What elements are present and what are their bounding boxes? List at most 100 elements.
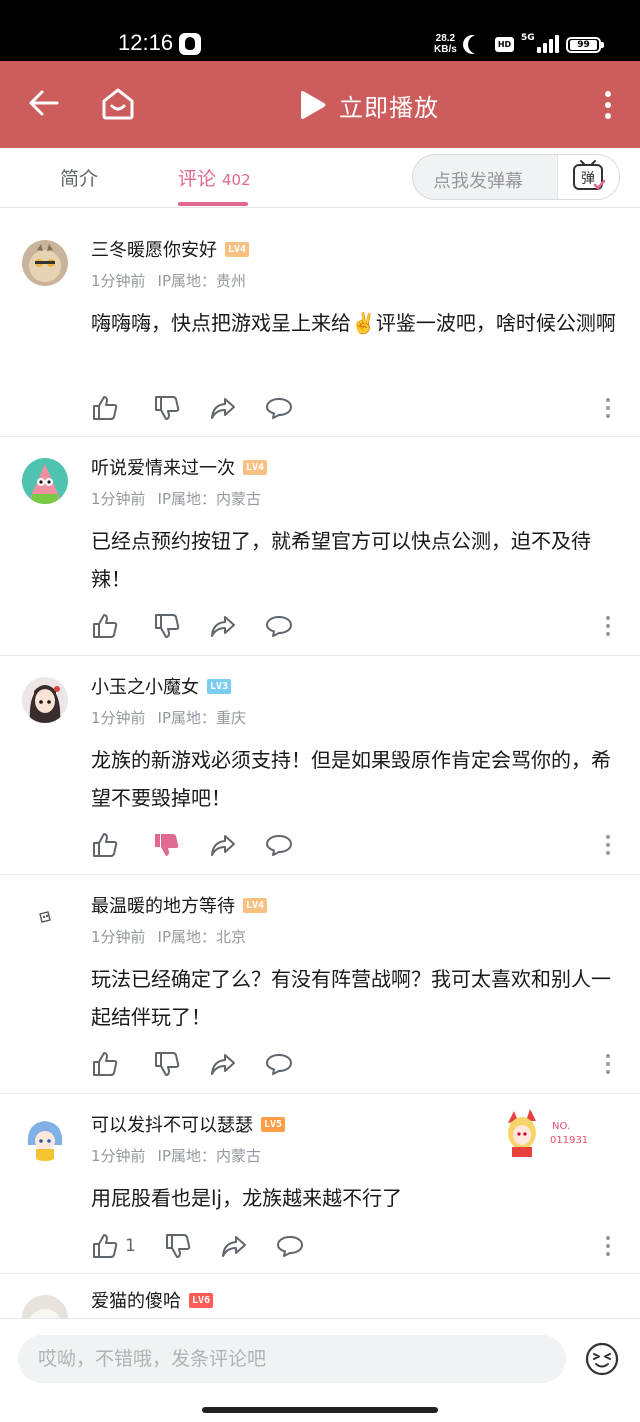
- level-badge: LV4: [243, 897, 268, 913]
- comment-more-icon[interactable]: [600, 831, 616, 859]
- comment-input-bar: [0, 1318, 640, 1422]
- avatar[interactable]: [22, 1295, 68, 1318]
- danmaku-placeholder: 点我发弹幕: [433, 171, 523, 192]
- level-badge: LV6: [189, 1292, 214, 1308]
- username[interactable]: 听说爱情来过一次 LV4: [91, 454, 268, 480]
- home-icon[interactable]: [100, 85, 136, 121]
- username-text: 小玉之小魔女: [91, 677, 199, 698]
- comment-item: 小玉之小魔女 LV3 1分钟前 IP属地：重庆 龙族的新游戏必须支持！但是如果毁原作…: [0, 657, 640, 875]
- comment-input[interactable]: [18, 1335, 566, 1383]
- share-icon: [211, 398, 235, 419]
- hd-voice-icon: HD: [495, 37, 514, 52]
- tab-comments[interactable]: 评论 402: [178, 164, 251, 191]
- share-button[interactable]: [209, 394, 237, 422]
- do-not-disturb-icon: [468, 35, 487, 54]
- tab-bar: 简介 评论 402 点我发弹幕 弹: [0, 148, 640, 208]
- comment-actions: [91, 394, 321, 422]
- reply-icon: [266, 398, 292, 419]
- comment-more-icon[interactable]: [600, 612, 616, 640]
- qq-notification-icon: [179, 33, 201, 55]
- share-button[interactable]: [209, 1050, 237, 1078]
- dislike-button-active[interactable]: [153, 831, 181, 859]
- comment-more-icon[interactable]: [600, 1232, 616, 1260]
- avatar[interactable]: [22, 240, 68, 286]
- comment-text: 已经点预约按钮了，就希望官方可以快点公测，迫不及待辣！: [91, 529, 591, 591]
- like-count: 1: [125, 1236, 136, 1256]
- status-bar: 12:16 28.2 KB/s HD 5G 99: [0, 0, 640, 61]
- like-button[interactable]: [91, 831, 125, 859]
- comment-text: 玩法已经确定了么？有没有阵营战啊？我可太喜欢和别人一起结伴玩了！: [91, 967, 611, 1029]
- comment-item: 可以发抖不可以瑟瑟 LV5 NO. 011931 1分钟前 IP属地：内蒙古 用屁股…: [0, 1095, 640, 1274]
- comment-time: 1分钟前: [91, 272, 146, 290]
- username-text: 可以发抖不可以瑟瑟: [91, 1115, 253, 1136]
- like-button[interactable]: [91, 1050, 125, 1078]
- avatar[interactable]: [22, 1115, 68, 1161]
- level-badge: LV4: [243, 459, 268, 475]
- ip-location: IP属地：贵州: [157, 272, 247, 290]
- back-arrow-icon[interactable]: [26, 85, 62, 121]
- tab-intro[interactable]: 简介: [60, 164, 98, 191]
- comment-actions: [91, 612, 321, 640]
- danmaku-icon: 弹: [573, 160, 606, 190]
- comment-item: 听说爱情来过一次 LV4 1分钟前 IP属地：内蒙古 已经点预约按钮了，就希望官方可…: [0, 438, 640, 656]
- reply-button[interactable]: [265, 394, 293, 422]
- thumbs-up-icon: [93, 614, 118, 638]
- reply-button[interactable]: [265, 1050, 293, 1078]
- dislike-button[interactable]: [153, 1050, 181, 1078]
- share-icon: [211, 835, 235, 856]
- username[interactable]: 小玉之小魔女 LV3: [91, 673, 232, 699]
- home-indicator[interactable]: [202, 1407, 438, 1413]
- danmaku-toggle-button[interactable]: 弹: [557, 155, 619, 199]
- play-now-button[interactable]: 立即播放: [297, 85, 439, 125]
- like-button[interactable]: 1: [91, 1232, 136, 1260]
- comment-text: 嗨嗨嗨，快点把游戏呈上来给✌️评鉴一波吧，啥时候公测啊: [91, 311, 616, 335]
- fan-badge-number: 011931: [550, 1135, 588, 1146]
- dislike-button[interactable]: [153, 394, 181, 422]
- username-text: 最温暖的地方等待: [91, 896, 235, 917]
- share-button[interactable]: [209, 612, 237, 640]
- ip-location: IP属地：北京: [157, 928, 247, 946]
- ip-location: IP属地：重庆: [157, 709, 247, 727]
- username[interactable]: 爱猫的傻哈 LV6: [91, 1287, 214, 1313]
- tab-comments-label: 评论: [178, 168, 217, 190]
- reply-button[interactable]: [265, 612, 293, 640]
- avatar[interactable]: [22, 896, 68, 942]
- username[interactable]: 可以发抖不可以瑟瑟 LV5: [91, 1111, 286, 1137]
- comment-item: 爱猫的傻哈 LV6: [0, 1275, 640, 1318]
- danmaku-icon-label: 弹: [581, 171, 595, 187]
- battery-level: 99: [570, 40, 597, 50]
- reply-button[interactable]: [265, 831, 293, 859]
- avatar[interactable]: [22, 458, 68, 504]
- reply-icon: [266, 1054, 292, 1075]
- level-badge: LV5: [261, 1116, 286, 1132]
- emoji-icon[interactable]: [584, 1341, 620, 1377]
- comment-more-icon[interactable]: [600, 394, 616, 422]
- app-bar: 立即播放: [0, 61, 640, 148]
- thumbs-up-icon: [93, 1052, 118, 1076]
- username[interactable]: 三冬暖愿你安好 LV4: [91, 236, 250, 262]
- dislike-button[interactable]: [153, 612, 181, 640]
- like-button[interactable]: [91, 394, 125, 422]
- dislike-button[interactable]: [164, 1232, 192, 1260]
- play-now-label: 立即播放: [339, 93, 439, 122]
- thumbs-down-icon: [155, 396, 180, 420]
- share-icon: [211, 616, 235, 637]
- more-vertical-icon[interactable]: [596, 87, 620, 123]
- fan-badge[interactable]: NO. 011931: [500, 1103, 596, 1159]
- avatar[interactable]: [22, 677, 68, 723]
- username-text: 听说爱情来过一次: [91, 458, 235, 479]
- comment-item: 三冬暖愿你安好 LV4 1分钟前 IP属地：贵州 嗨嗨嗨，快点把游戏呈上来给✌️评鉴…: [0, 220, 640, 437]
- network-speed-unit: KB/s: [434, 44, 457, 55]
- reply-icon: [266, 616, 292, 637]
- fan-badge-image: NO. 011931: [508, 1109, 588, 1157]
- thumbs-up-icon: [93, 1234, 118, 1258]
- thumbs-down-icon: [165, 1234, 191, 1258]
- username[interactable]: 最温暖的地方等待 LV4: [91, 892, 268, 918]
- like-button[interactable]: [91, 612, 125, 640]
- reply-button[interactable]: [276, 1232, 304, 1260]
- share-button[interactable]: [220, 1232, 248, 1260]
- danmaku-input[interactable]: 点我发弹幕 弹: [412, 154, 620, 200]
- comment-time: 1分钟前: [91, 928, 146, 946]
- comment-more-icon[interactable]: [600, 1050, 616, 1078]
- share-button[interactable]: [209, 831, 237, 859]
